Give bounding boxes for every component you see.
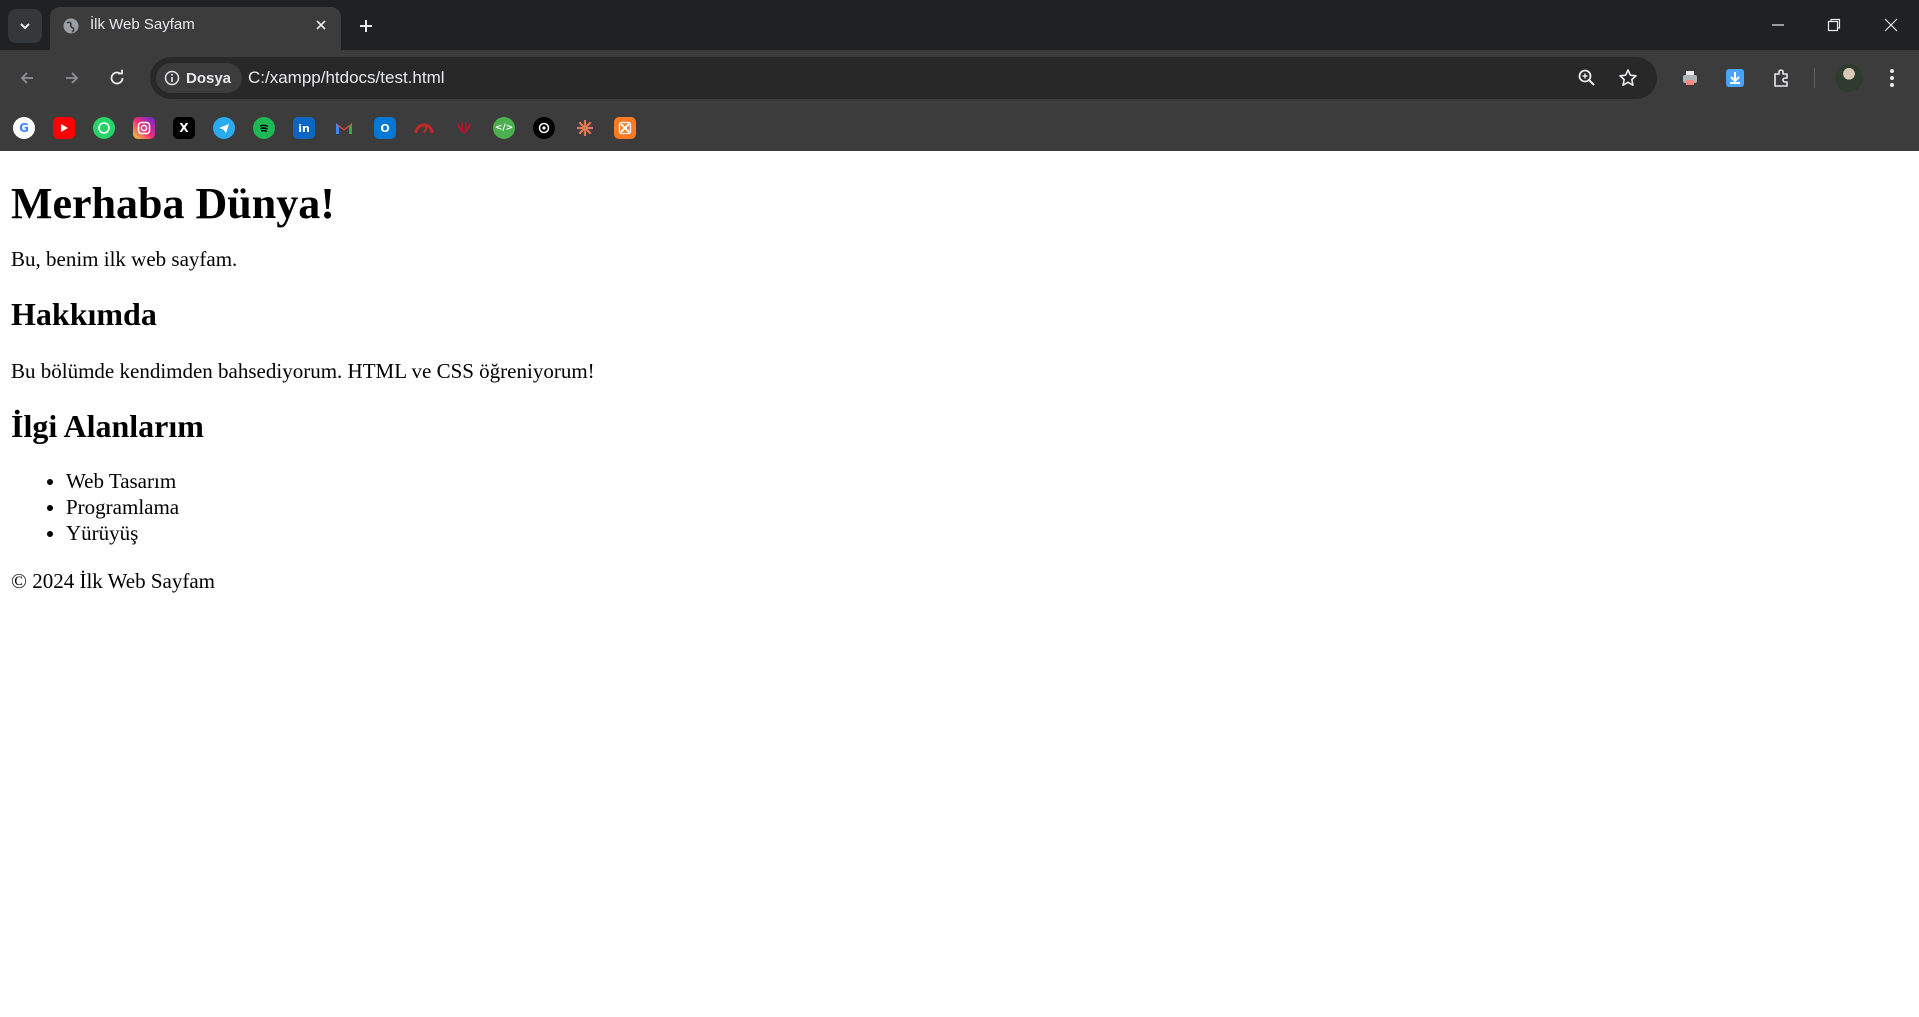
bookmark-linkedin[interactable]: in (293, 117, 315, 139)
about-paragraph: Bu bölümde kendimden bahsediyorum. HTML … (11, 359, 595, 383)
restore-icon (1827, 18, 1841, 32)
profile-avatar[interactable] (1835, 64, 1863, 92)
bookmark-google[interactable]: G (13, 117, 35, 139)
toolbar-separator (1814, 68, 1815, 88)
telegram-icon (219, 124, 229, 133)
xampp-icon (618, 121, 632, 135)
youtube-icon (61, 124, 68, 132)
address-bar[interactable]: Dosya C:/xampp/htdocs/test.html (150, 57, 1657, 99)
zoom-in-icon (1578, 69, 1595, 86)
printer-extension-button[interactable] (1676, 64, 1704, 92)
site-info-chip[interactable]: Dosya (156, 63, 242, 93)
page-heading: Merhaba Dünya! (11, 179, 335, 228)
back-button[interactable] (11, 62, 43, 94)
bookmark-youtube[interactable] (53, 117, 75, 139)
outlook-icon: O (380, 121, 390, 135)
close-icon (1884, 18, 1898, 32)
tab-search-button[interactable] (8, 9, 42, 43)
interests-heading: İlgi Alanlarım (11, 408, 204, 444)
whatsapp-icon (98, 122, 110, 134)
bookmark-code[interactable]: </> (493, 117, 515, 139)
chatgpt-icon (538, 122, 550, 134)
plus-icon (360, 20, 372, 32)
list-item: Web Tasarım (66, 468, 1908, 494)
footer-text: © 2024 İlk Web Sayfam (11, 569, 216, 593)
bookmark-chatgpt[interactable] (533, 117, 555, 139)
bookmark-huawei[interactable] (453, 117, 475, 139)
bookmark-spotify[interactable] (253, 117, 275, 139)
more-vert-icon (1890, 69, 1894, 87)
speedtest-icon (414, 123, 434, 134)
google-icon: G (19, 121, 29, 135)
restore-button[interactable] (1806, 0, 1862, 50)
printer-icon (1683, 71, 1697, 85)
tab-close-button[interactable] (311, 15, 331, 35)
close-icon (316, 20, 326, 30)
tab-title: İlk Web Sayfam (90, 16, 195, 33)
downloads-button[interactable] (1721, 64, 1749, 92)
arrow-left-icon (20, 72, 33, 84)
instagram-icon (137, 121, 151, 135)
huawei-icon (457, 121, 471, 134)
bookmark-outlook[interactable]: O (374, 117, 396, 139)
url-text[interactable]: C:/xampp/htdocs/test.html (248, 57, 445, 99)
list-item: Yürüyüş (66, 520, 1908, 546)
tab-strip: İlk Web Sayfam (0, 0, 1919, 50)
bookmark-instagram[interactable] (133, 117, 155, 139)
bookmark-telegram[interactable] (213, 117, 235, 139)
menu-button[interactable] (1878, 64, 1906, 92)
star-icon (1619, 69, 1637, 86)
new-tab-button[interactable] (352, 12, 380, 40)
minimize-icon (1772, 24, 1784, 26)
minimize-button[interactable] (1750, 0, 1806, 50)
info-icon (164, 70, 180, 86)
reload-button[interactable] (101, 62, 133, 94)
interests-list: Web Tasarım Programlama Yürüyüş (11, 468, 1908, 546)
bookmarks-bar: G X in O </> (0, 106, 1919, 151)
linkedin-icon: in (298, 121, 310, 135)
bookmark-claude[interactable] (574, 117, 596, 139)
chevron-down-icon (20, 23, 30, 30)
x-icon: X (179, 121, 189, 135)
puzzle-icon (1774, 69, 1788, 87)
bookmark-speedtest[interactable] (413, 117, 435, 139)
list-item: Programlama (66, 494, 1908, 520)
spotify-icon (259, 124, 269, 133)
arrow-right-icon (66, 72, 79, 84)
bookmark-xampp[interactable] (614, 117, 636, 139)
globe-icon (63, 18, 79, 34)
bookmark-star-button[interactable] (1616, 66, 1640, 90)
code-icon: </> (494, 123, 514, 133)
extensions-button[interactable] (1767, 64, 1795, 92)
page-viewport: Merhaba Dünya! Bu, benim ilk web sayfam.… (0, 151, 1919, 1017)
zoom-button[interactable] (1575, 66, 1599, 90)
download-icon (1726, 69, 1744, 87)
reload-icon (110, 69, 124, 85)
bookmark-x[interactable]: X (173, 117, 195, 139)
bookmark-gmail[interactable] (333, 117, 355, 139)
close-window-button[interactable] (1863, 0, 1919, 50)
intro-paragraph: Bu, benim ilk web sayfam. (11, 247, 238, 271)
site-chip-label: Dosya (186, 69, 232, 87)
forward-button[interactable] (56, 62, 88, 94)
bookmark-whatsapp[interactable] (93, 117, 115, 139)
about-heading: Hakkımda (11, 296, 157, 332)
toolbar: Dosya C:/xampp/htdocs/test.html (0, 50, 1919, 106)
claude-icon (577, 120, 593, 136)
gmail-icon (336, 123, 352, 134)
active-tab[interactable]: İlk Web Sayfam (50, 7, 341, 50)
